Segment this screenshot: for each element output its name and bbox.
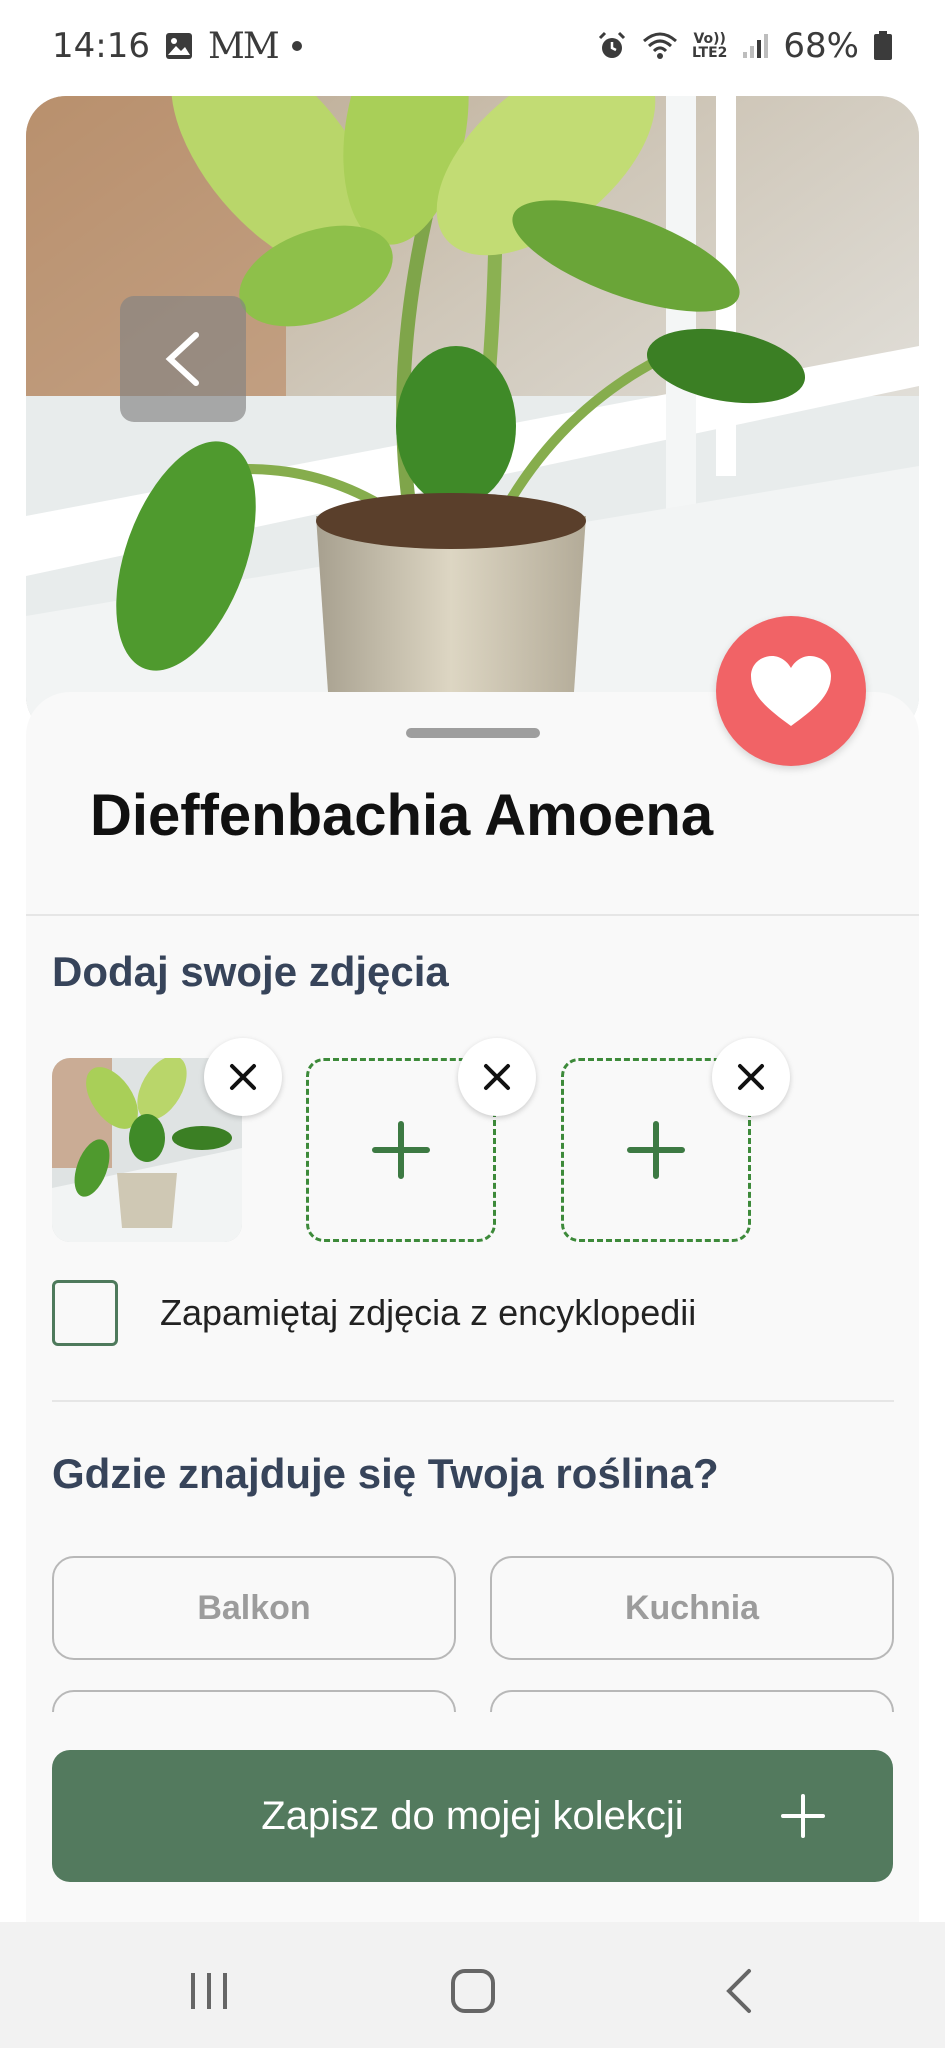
chevron-left-icon bbox=[165, 332, 199, 386]
alarm-icon bbox=[596, 30, 628, 62]
system-navigation-bar bbox=[0, 1922, 945, 2048]
photos-section-title: Dodaj swoje zdjęcia bbox=[52, 948, 449, 995]
remove-photo-1-button[interactable] bbox=[204, 1038, 282, 1116]
volte-line2: LTE2 bbox=[691, 45, 728, 61]
plant-details-sheet: Dieffenbachia Amoena Dodaj swoje zdjęcia bbox=[26, 692, 919, 1922]
plus-icon bbox=[781, 1794, 825, 1838]
location-option-kuchnia[interactable]: Kuchnia bbox=[490, 1556, 894, 1660]
home-icon bbox=[451, 1969, 495, 2013]
battery-percent: 68% bbox=[783, 26, 859, 66]
divider bbox=[26, 914, 919, 916]
plus-icon bbox=[372, 1121, 430, 1179]
location-option-balkon[interactable]: Balkon bbox=[52, 1556, 456, 1660]
battery-icon bbox=[873, 31, 893, 61]
status-bar: 14:16 MM Vo)) LTE2 68% bbox=[0, 0, 945, 92]
status-time: 14:16 bbox=[52, 26, 150, 66]
plant-name: Dieffenbachia Amoena bbox=[90, 783, 714, 848]
close-icon bbox=[230, 1064, 256, 1090]
drag-handle[interactable] bbox=[406, 728, 540, 738]
recent-apps-icon bbox=[191, 1973, 227, 2009]
back-button[interactable] bbox=[120, 296, 246, 422]
volte-line1: Vo)) bbox=[693, 31, 726, 47]
more-notifications-dot bbox=[291, 41, 302, 51]
volte-icon: Vo)) LTE2 bbox=[692, 32, 727, 60]
system-back-button[interactable] bbox=[704, 1956, 774, 2026]
remember-photos-checkbox[interactable] bbox=[52, 1280, 118, 1346]
plus-icon bbox=[627, 1121, 685, 1179]
close-icon bbox=[738, 1064, 764, 1090]
heart-icon bbox=[751, 656, 831, 726]
wifi-icon bbox=[642, 31, 678, 61]
back-icon bbox=[726, 1969, 751, 2013]
gallery-notification-icon bbox=[164, 31, 194, 61]
favorite-button[interactable] bbox=[716, 616, 866, 766]
signal-icon bbox=[741, 32, 769, 60]
remove-photo-2-button[interactable] bbox=[458, 1038, 536, 1116]
save-to-collection-label: Zapisz do mojej kolekcji bbox=[261, 1793, 684, 1838]
mm-notification-icon: MM bbox=[207, 25, 280, 67]
home-button[interactable] bbox=[438, 1956, 508, 2026]
remember-photos-label: Zapamiętaj zdjęcia z encyklopedii bbox=[160, 1292, 697, 1333]
close-icon bbox=[484, 1064, 510, 1090]
save-to-collection-button[interactable]: Zapisz do mojej kolekcji bbox=[52, 1750, 893, 1882]
divider bbox=[52, 1400, 894, 1402]
remove-photo-3-button[interactable] bbox=[712, 1038, 790, 1116]
recent-apps-button[interactable] bbox=[174, 1956, 244, 2026]
location-section-title: Gdzie znajduje się Twoja roślina? bbox=[52, 1450, 719, 1497]
